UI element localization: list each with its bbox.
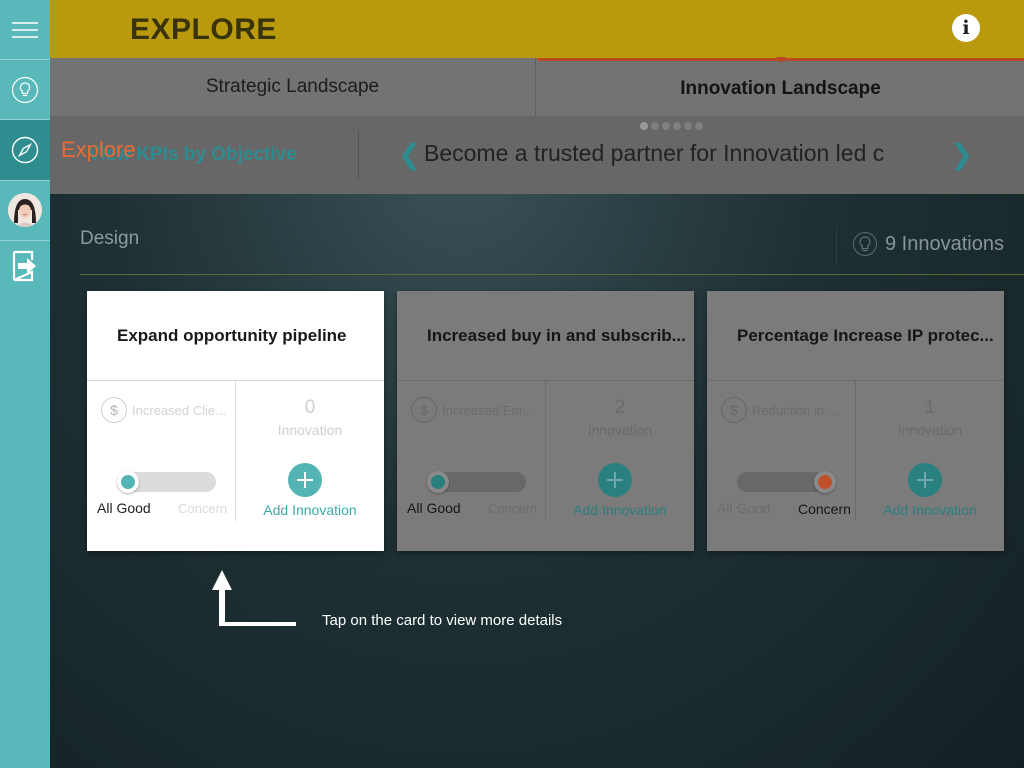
status-toggle[interactable] <box>427 471 526 493</box>
hint-arrow-icon <box>212 570 296 626</box>
add-innovation-button[interactable] <box>288 463 322 497</box>
logout-icon <box>12 250 36 282</box>
objective-title: Become a trusted partner for Innovation … <box>424 140 885 166</box>
tab-strategic-landscape[interactable]: Strategic Landscape <box>50 58 536 116</box>
add-innovation-button[interactable] <box>598 463 632 497</box>
card-title: Expand opportunity pipeline <box>117 325 347 345</box>
ideas-button[interactable] <box>0 60 50 120</box>
kpi-card[interactable]: Expand opportunity pipeline $ Increased … <box>87 291 384 551</box>
dollar-icon: $ <box>721 397 747 423</box>
innovations-count-label: 9 Innovations <box>885 232 1004 255</box>
plus-icon <box>917 472 933 488</box>
toggle-knob[interactable] <box>117 471 139 493</box>
page-dot <box>662 122 670 130</box>
logout-button[interactable] <box>0 236 50 296</box>
card-title: Increased buy in and subscrib... <box>427 325 686 345</box>
innovation-count: 0 <box>304 397 316 418</box>
kpi-row: $ Reduction in ... <box>721 397 851 423</box>
kpi-name: Increased Em... <box>442 402 534 418</box>
hint-text: Tap on the card to view more details <box>322 612 563 629</box>
sidebar <box>0 0 50 768</box>
divider <box>358 130 359 180</box>
status-dot <box>431 475 445 489</box>
page-indicator <box>640 122 703 130</box>
kpi-card[interactable]: Percentage Increase IP protec... $ Reduc… <box>707 291 1004 551</box>
kpi-row: $ Increased Clie... <box>101 397 231 423</box>
toggle-knob[interactable] <box>427 471 449 493</box>
objective-bar: View KPIs by Objective ❮ Become a truste… <box>50 116 1024 194</box>
status-dot <box>818 475 832 489</box>
innovation-count-label: Innovation <box>277 422 343 438</box>
page-title: EXPLORE <box>130 13 277 46</box>
plus-icon <box>297 472 313 488</box>
section-divider <box>80 274 1024 275</box>
status-concern-label: Concern <box>178 501 228 516</box>
status-concern-label: Concern <box>798 501 851 517</box>
innovation-count: 2 <box>614 397 626 418</box>
page-dot <box>673 122 681 130</box>
add-innovation-label[interactable]: Add Innovation <box>236 502 384 518</box>
tab-bar: Strategic Landscape Innovation Landscape <box>50 57 1024 116</box>
avatar <box>8 193 42 227</box>
status-toggle[interactable] <box>737 471 836 493</box>
innovations-count[interactable]: 9 Innovations <box>853 232 1004 256</box>
info-icon: i <box>962 17 970 39</box>
chevron-left-icon[interactable]: ❮ <box>398 138 421 171</box>
chevron-right-icon[interactable]: ❯ <box>950 138 973 171</box>
kpi-card[interactable]: Increased buy in and subscrib... $ Incre… <box>397 291 694 551</box>
kpi-name: Increased Clie... <box>132 402 226 418</box>
section-title: Design <box>80 228 140 249</box>
kpi-row: $ Increased Em... <box>411 397 541 423</box>
lightbulb-icon <box>853 232 877 256</box>
add-innovation-label[interactable]: Add Innovation <box>546 502 694 518</box>
dollar-icon: $ <box>101 397 127 423</box>
compass-icon <box>11 136 39 164</box>
menu-button[interactable] <box>0 0 50 60</box>
info-button[interactable]: i <box>952 14 980 42</box>
status-toggle[interactable] <box>117 471 216 493</box>
lightbulb-icon <box>11 76 39 104</box>
innovation-count-label: Innovation <box>897 422 963 438</box>
kpi-name: Reduction in ... <box>752 402 839 418</box>
plus-icon <box>607 472 623 488</box>
explore-nav-button[interactable] <box>0 120 50 180</box>
dollar-icon: $ <box>411 397 437 423</box>
status-concern-label: Concern <box>488 501 538 516</box>
add-innovation-button[interactable] <box>908 463 942 497</box>
innovation-count-label: Innovation <box>587 422 653 438</box>
toggle-knob[interactable] <box>814 471 836 493</box>
tab-innovation-landscape[interactable]: Innovation Landscape <box>537 58 1024 116</box>
divider <box>836 226 837 266</box>
add-innovation-label[interactable]: Add Innovation <box>856 502 1004 518</box>
profile-button[interactable] <box>0 180 50 240</box>
page-dot <box>640 122 648 130</box>
hamburger-menu-icon <box>12 22 38 38</box>
page-dot <box>651 122 659 130</box>
explore-tooltip: Explore <box>61 137 136 162</box>
active-tab-indicator <box>776 57 786 63</box>
status-all-good-label: All Good <box>717 500 771 516</box>
page-dot <box>684 122 692 130</box>
status-all-good-label: All Good <box>407 500 461 516</box>
status-dot <box>121 475 135 489</box>
status-all-good-label: All Good <box>97 500 151 516</box>
page-dot <box>695 122 703 130</box>
card-title: Percentage Increase IP protec... <box>737 325 994 345</box>
innovation-count: 1 <box>924 397 936 418</box>
app-header: EXPLORE i <box>50 0 1024 58</box>
